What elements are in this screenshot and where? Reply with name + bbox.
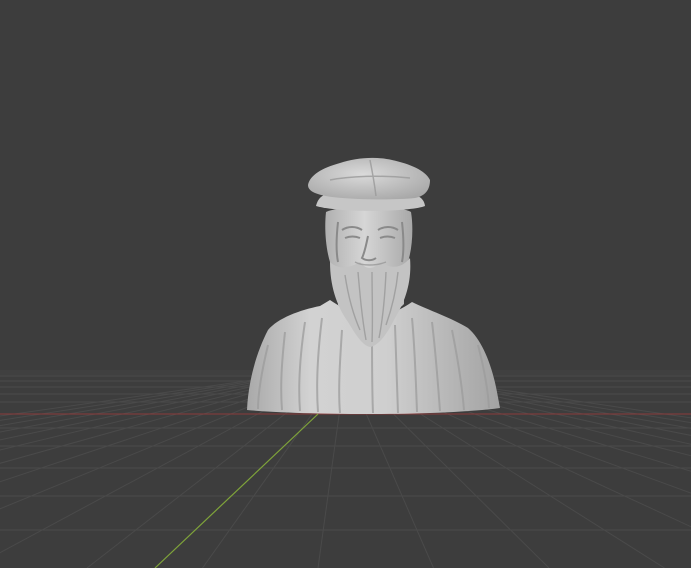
3d-viewport[interactable] <box>0 0 691 568</box>
y-axis-line <box>154 413 319 568</box>
bust-hat <box>308 157 430 200</box>
viewport-canvas[interactable] <box>0 0 691 568</box>
bust-sculpture[interactable] <box>247 157 500 414</box>
